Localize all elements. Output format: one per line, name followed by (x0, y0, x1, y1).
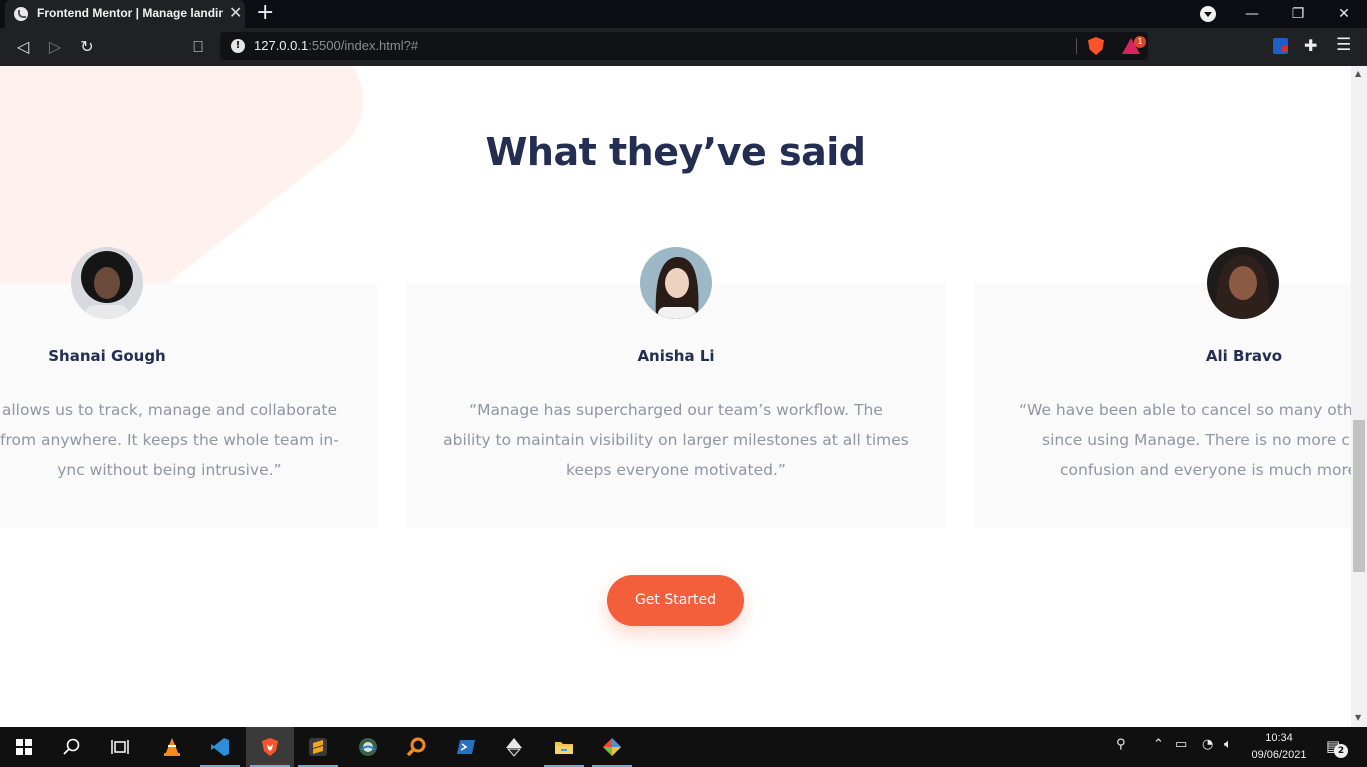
scroll-up-icon[interactable]: ▲ (1355, 69, 1361, 78)
taskbar-app-vscode[interactable] (196, 727, 244, 767)
url-text[interactable]: 127.0.0.1:5500/index.html?# (254, 38, 418, 53)
taskbar-app-file-explorer[interactable] (540, 727, 588, 767)
taskbar-app-powershell[interactable] (442, 727, 490, 767)
extensions-puzzle-icon[interactable]: ✚ (1304, 36, 1317, 55)
back-button[interactable]: ◁ (12, 36, 34, 58)
wifi-icon[interactable]: ◔ (1202, 737, 1213, 752)
windows-start-button[interactable] (0, 727, 48, 767)
forward-button[interactable]: ▷ (44, 36, 66, 58)
quote-line: keeps everyone motivated.” (566, 461, 786, 479)
battery-icon[interactable]: ▭ (1175, 737, 1187, 752)
site-info-icon[interactable]: ! (231, 39, 245, 53)
search-icon (63, 738, 80, 755)
page-viewport: What they’ve said Shanai Gough allows us… (0, 66, 1351, 727)
testimonial-card: Shanai Gough allows us to track, manage … (0, 247, 377, 528)
testimonial-name: Shanai Gough (48, 347, 166, 365)
task-view-button[interactable] (96, 727, 144, 767)
taskbar-app-vlc[interactable] (148, 727, 196, 767)
restore-button[interactable]: ❐ (1275, 0, 1321, 28)
powershell-icon (457, 740, 475, 754)
new-tab-button[interactable]: + (256, 1, 274, 25)
vlc-icon (164, 738, 180, 756)
sublime-text-icon (309, 738, 327, 756)
extension-icon[interactable] (1273, 38, 1288, 54)
volume-icon[interactable]: 🔈︎ (1224, 737, 1232, 752)
clock-date: 09/06/2021 (1251, 749, 1307, 761)
scroll-down-icon[interactable]: ▼ (1355, 713, 1361, 722)
quote-line: ability to maintain visibility on larger… (443, 431, 909, 449)
testimonial-quote: “Manage has supercharged our team’s work… (406, 395, 946, 485)
taskbar-app-sublime[interactable] (294, 727, 342, 767)
folder-icon (555, 742, 573, 754)
windows-taskbar: ⚲ ⌃ ▭ ◔ 🔈︎ 10:34 09/06/2021 ▤ 2 (0, 727, 1367, 767)
avatar (1207, 247, 1279, 319)
app-round-icon (359, 738, 377, 756)
inkscape-icon (506, 738, 522, 757)
brave-icon (262, 738, 278, 756)
taskbar-app-round[interactable] (344, 727, 392, 767)
tab-strip: Frontend Mentor | Manage landing page ✕ … (0, 0, 1367, 28)
clock-time: 10:34 (1265, 732, 1293, 744)
taskbar-app-inkscape[interactable] (490, 727, 538, 767)
testimonial-name: Ali Bravo (1205, 347, 1283, 365)
git-icon (603, 738, 621, 756)
testimonial-quote: “We have been able to cancel so many oth… (1019, 395, 1351, 485)
browser-toolbar: ◁ ▷ ↻ ⎕ ! 127.0.0.1:5500/index.html?# 1 … (0, 28, 1367, 66)
page-scrollbar[interactable]: ▲ ▼ (1351, 66, 1367, 727)
taskbar-app-git[interactable] (588, 727, 636, 767)
taskbar-app-brave[interactable] (246, 727, 294, 767)
profile-menu-icon[interactable] (1200, 6, 1216, 22)
testimonial-card: Anisha Li “Manage has supercharged our t… (406, 247, 946, 528)
section-heading: What they’ve said (485, 130, 866, 174)
address-bar[interactable]: ! 127.0.0.1:5500/index.html?# 1 (220, 32, 1148, 60)
magnifier-app-icon (406, 737, 426, 757)
scrollbar-thumb[interactable] (1353, 420, 1365, 572)
testimonial-name: Anisha Li (637, 347, 715, 365)
browser-menu-icon[interactable]: ☰ (1336, 35, 1351, 55)
notification-badge: 2 (1334, 744, 1348, 758)
bookmark-icon[interactable]: ⎕ (187, 36, 209, 58)
omnibox-separator (1076, 38, 1077, 54)
browser-tab[interactable]: Frontend Mentor | Manage landing page ✕ (5, 0, 245, 28)
quote-line: confusion and everyone is much more (1060, 461, 1351, 479)
taskbar-clock[interactable]: 10:34 09/06/2021 (1244, 730, 1314, 764)
rewards-badge: 1 (1134, 36, 1146, 48)
close-window-button[interactable]: ✕ (1321, 0, 1367, 28)
testimonial-quote: allows us to track, manage and collabora… (0, 395, 339, 485)
quote-line: since using Manage. There is no more cro (1042, 431, 1351, 449)
avatar (71, 247, 143, 319)
task-view-icon (111, 740, 129, 754)
vscode-icon (211, 738, 229, 756)
tab-title: Frontend Mentor | Manage landing page (37, 6, 223, 20)
windows-logo-icon (16, 739, 32, 755)
quote-line: from anywhere. It keeps the whole team i… (0, 431, 339, 449)
brave-shields-icon[interactable] (1088, 37, 1104, 55)
people-icon[interactable]: ⚲ (1116, 737, 1126, 752)
quote-line: “Manage has supercharged our team’s work… (469, 401, 883, 419)
get-started-button[interactable]: Get Started (607, 575, 744, 626)
minimize-button[interactable]: — (1229, 0, 1275, 28)
quote-line: ync without being intrusive.” (57, 461, 282, 479)
tab-close-icon[interactable]: ✕ (229, 3, 242, 22)
quote-line: “We have been able to cancel so many oth… (1019, 401, 1351, 419)
avatar (640, 247, 712, 319)
tray-chevron-up-icon[interactable]: ⌃ (1153, 737, 1164, 752)
favicon-icon (14, 7, 28, 21)
taskbar-search-button[interactable] (48, 727, 96, 767)
taskbar-app-search-tool[interactable] (392, 727, 440, 767)
testimonial-card: Ali Bravo “We have been able to cancel s… (974, 247, 1351, 528)
reload-button[interactable]: ↻ (76, 36, 98, 58)
quote-line: allows us to track, manage and collabora… (1, 401, 337, 419)
